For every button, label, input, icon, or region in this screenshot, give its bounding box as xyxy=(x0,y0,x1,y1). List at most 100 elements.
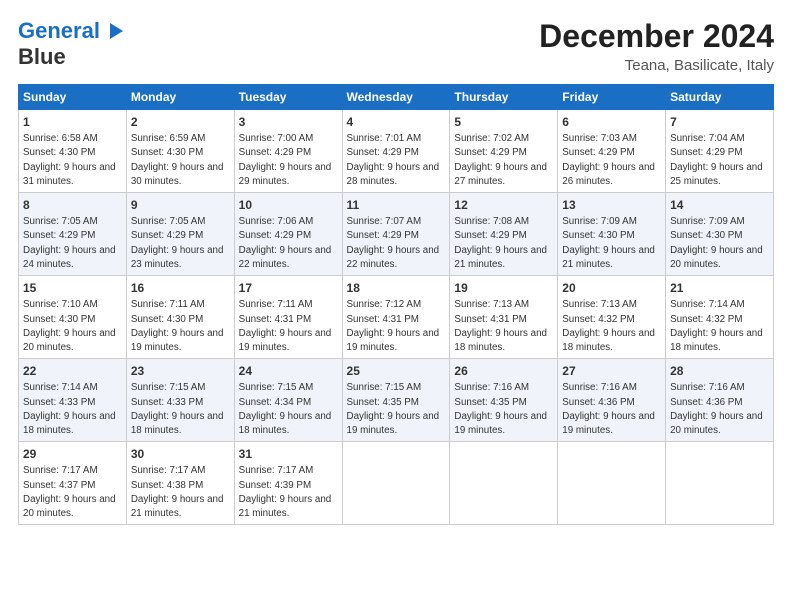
day-info: Sunrise: 7:05 AMSunset: 4:29 PMDaylight:… xyxy=(23,216,116,270)
calendar-day-28: 28 Sunrise: 7:16 AMSunset: 4:36 PMDaylig… xyxy=(666,359,774,442)
day-info: Sunrise: 7:15 AMSunset: 4:34 PMDaylight:… xyxy=(239,382,332,436)
day-number: 19 xyxy=(454,280,553,296)
calendar-day-13: 13 Sunrise: 7:09 AMSunset: 4:30 PMDaylig… xyxy=(558,193,666,276)
day-number: 7 xyxy=(670,114,769,130)
day-number: 1 xyxy=(23,114,122,130)
day-info: Sunrise: 7:08 AMSunset: 4:29 PMDaylight:… xyxy=(454,216,547,270)
calendar-day-31: 31 Sunrise: 7:17 AMSunset: 4:39 PMDaylig… xyxy=(234,442,342,525)
day-info: Sunrise: 7:11 AMSunset: 4:30 PMDaylight:… xyxy=(131,299,224,353)
day-info: Sunrise: 7:04 AMSunset: 4:29 PMDaylight:… xyxy=(670,133,763,187)
day-number: 23 xyxy=(131,363,230,379)
calendar-day-16: 16 Sunrise: 7:11 AMSunset: 4:30 PMDaylig… xyxy=(126,276,234,359)
weekday-header-row: Sunday Monday Tuesday Wednesday Thursday… xyxy=(19,85,774,110)
calendar-day-20: 20 Sunrise: 7:13 AMSunset: 4:32 PMDaylig… xyxy=(558,276,666,359)
header-tuesday: Tuesday xyxy=(234,85,342,110)
logo-blue: Blue xyxy=(18,44,66,69)
day-number: 31 xyxy=(239,446,338,462)
day-info: Sunrise: 7:14 AMSunset: 4:32 PMDaylight:… xyxy=(670,299,763,353)
day-number: 22 xyxy=(23,363,122,379)
day-info: Sunrise: 7:12 AMSunset: 4:31 PMDaylight:… xyxy=(347,299,440,353)
calendar-day-1: 1 Sunrise: 6:58 AMSunset: 4:30 PMDayligh… xyxy=(19,110,127,193)
day-info: Sunrise: 7:17 AMSunset: 4:37 PMDaylight:… xyxy=(23,465,116,519)
calendar-week-3: 15 Sunrise: 7:10 AMSunset: 4:30 PMDaylig… xyxy=(19,276,774,359)
day-number: 27 xyxy=(562,363,661,379)
header-monday: Monday xyxy=(126,85,234,110)
day-number: 13 xyxy=(562,197,661,213)
day-info: Sunrise: 7:15 AMSunset: 4:33 PMDaylight:… xyxy=(131,382,224,436)
calendar-day-empty xyxy=(666,442,774,525)
day-number: 10 xyxy=(239,197,338,213)
calendar-day-25: 25 Sunrise: 7:15 AMSunset: 4:35 PMDaylig… xyxy=(342,359,450,442)
day-info: Sunrise: 7:05 AMSunset: 4:29 PMDaylight:… xyxy=(131,216,224,270)
day-info: Sunrise: 7:10 AMSunset: 4:30 PMDaylight:… xyxy=(23,299,116,353)
day-info: Sunrise: 7:01 AMSunset: 4:29 PMDaylight:… xyxy=(347,133,440,187)
day-info: Sunrise: 7:17 AMSunset: 4:39 PMDaylight:… xyxy=(239,465,332,519)
calendar-week-2: 8 Sunrise: 7:05 AMSunset: 4:29 PMDayligh… xyxy=(19,193,774,276)
day-number: 12 xyxy=(454,197,553,213)
day-number: 8 xyxy=(23,197,122,213)
day-info: Sunrise: 7:14 AMSunset: 4:33 PMDaylight:… xyxy=(23,382,116,436)
day-info: Sunrise: 7:16 AMSunset: 4:36 PMDaylight:… xyxy=(670,382,763,436)
day-info: Sunrise: 7:03 AMSunset: 4:29 PMDaylight:… xyxy=(562,133,655,187)
day-info: Sunrise: 7:15 AMSunset: 4:35 PMDaylight:… xyxy=(347,382,440,436)
day-number: 28 xyxy=(670,363,769,379)
day-number: 3 xyxy=(239,114,338,130)
day-number: 14 xyxy=(670,197,769,213)
header-thursday: Thursday xyxy=(450,85,558,110)
day-info: Sunrise: 7:11 AMSunset: 4:31 PMDaylight:… xyxy=(239,299,332,353)
calendar-day-8: 8 Sunrise: 7:05 AMSunset: 4:29 PMDayligh… xyxy=(19,193,127,276)
month-title: December 2024 xyxy=(539,18,774,55)
day-info: Sunrise: 7:09 AMSunset: 4:30 PMDaylight:… xyxy=(670,216,763,270)
day-number: 6 xyxy=(562,114,661,130)
day-info: Sunrise: 7:02 AMSunset: 4:29 PMDaylight:… xyxy=(454,133,547,187)
calendar-day-4: 4 Sunrise: 7:01 AMSunset: 4:29 PMDayligh… xyxy=(342,110,450,193)
logo: General Blue xyxy=(18,18,123,71)
day-info: Sunrise: 7:13 AMSunset: 4:31 PMDaylight:… xyxy=(454,299,547,353)
calendar-day-12: 12 Sunrise: 7:08 AMSunset: 4:29 PMDaylig… xyxy=(450,193,558,276)
calendar-day-29: 29 Sunrise: 7:17 AMSunset: 4:37 PMDaylig… xyxy=(19,442,127,525)
calendar-day-empty xyxy=(450,442,558,525)
day-number: 25 xyxy=(347,363,446,379)
day-info: Sunrise: 7:09 AMSunset: 4:30 PMDaylight:… xyxy=(562,216,655,270)
day-info: Sunrise: 6:59 AMSunset: 4:30 PMDaylight:… xyxy=(131,133,224,187)
day-info: Sunrise: 7:07 AMSunset: 4:29 PMDaylight:… xyxy=(347,216,440,270)
calendar-day-9: 9 Sunrise: 7:05 AMSunset: 4:29 PMDayligh… xyxy=(126,193,234,276)
day-number: 20 xyxy=(562,280,661,296)
calendar-day-18: 18 Sunrise: 7:12 AMSunset: 4:31 PMDaylig… xyxy=(342,276,450,359)
day-number: 15 xyxy=(23,280,122,296)
calendar-day-26: 26 Sunrise: 7:16 AMSunset: 4:35 PMDaylig… xyxy=(450,359,558,442)
calendar-day-21: 21 Sunrise: 7:14 AMSunset: 4:32 PMDaylig… xyxy=(666,276,774,359)
calendar-table: Sunday Monday Tuesday Wednesday Thursday… xyxy=(18,84,774,525)
calendar-week-5: 29 Sunrise: 7:17 AMSunset: 4:37 PMDaylig… xyxy=(19,442,774,525)
day-info: Sunrise: 7:13 AMSunset: 4:32 PMDaylight:… xyxy=(562,299,655,353)
calendar-day-11: 11 Sunrise: 7:07 AMSunset: 4:29 PMDaylig… xyxy=(342,193,450,276)
day-number: 16 xyxy=(131,280,230,296)
day-number: 26 xyxy=(454,363,553,379)
calendar-day-27: 27 Sunrise: 7:16 AMSunset: 4:36 PMDaylig… xyxy=(558,359,666,442)
day-info: Sunrise: 6:58 AMSunset: 4:30 PMDaylight:… xyxy=(23,133,116,187)
calendar-day-7: 7 Sunrise: 7:04 AMSunset: 4:29 PMDayligh… xyxy=(666,110,774,193)
day-number: 5 xyxy=(454,114,553,130)
day-info: Sunrise: 7:06 AMSunset: 4:29 PMDaylight:… xyxy=(239,216,332,270)
header-wednesday: Wednesday xyxy=(342,85,450,110)
header-sunday: Sunday xyxy=(19,85,127,110)
calendar-week-1: 1 Sunrise: 6:58 AMSunset: 4:30 PMDayligh… xyxy=(19,110,774,193)
logo-arrow-icon xyxy=(110,23,123,39)
calendar-day-14: 14 Sunrise: 7:09 AMSunset: 4:30 PMDaylig… xyxy=(666,193,774,276)
calendar-day-15: 15 Sunrise: 7:10 AMSunset: 4:30 PMDaylig… xyxy=(19,276,127,359)
day-number: 2 xyxy=(131,114,230,130)
calendar-day-22: 22 Sunrise: 7:14 AMSunset: 4:33 PMDaylig… xyxy=(19,359,127,442)
day-number: 18 xyxy=(347,280,446,296)
calendar-day-10: 10 Sunrise: 7:06 AMSunset: 4:29 PMDaylig… xyxy=(234,193,342,276)
day-info: Sunrise: 7:00 AMSunset: 4:29 PMDaylight:… xyxy=(239,133,332,187)
calendar-day-30: 30 Sunrise: 7:17 AMSunset: 4:38 PMDaylig… xyxy=(126,442,234,525)
title-block: December 2024 Teana, Basilicate, Italy xyxy=(539,18,774,74)
header-saturday: Saturday xyxy=(666,85,774,110)
location: Teana, Basilicate, Italy xyxy=(539,57,774,74)
calendar-day-6: 6 Sunrise: 7:03 AMSunset: 4:29 PMDayligh… xyxy=(558,110,666,193)
day-number: 4 xyxy=(347,114,446,130)
calendar-day-2: 2 Sunrise: 6:59 AMSunset: 4:30 PMDayligh… xyxy=(126,110,234,193)
day-info: Sunrise: 7:16 AMSunset: 4:36 PMDaylight:… xyxy=(562,382,655,436)
header: General Blue December 2024 Teana, Basili… xyxy=(18,18,774,74)
header-friday: Friday xyxy=(558,85,666,110)
